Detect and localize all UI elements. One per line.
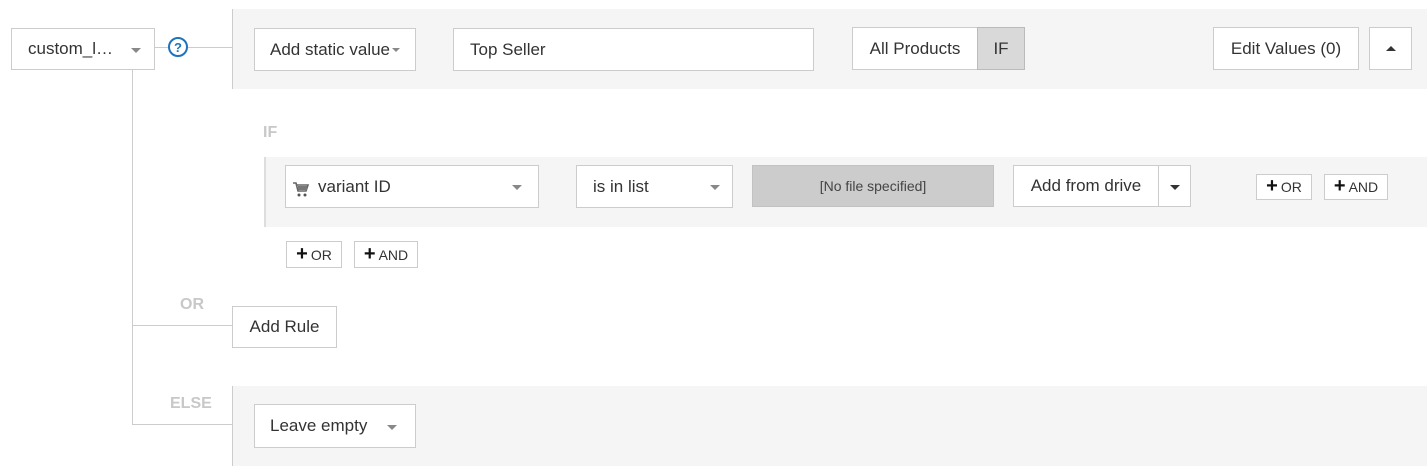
edit-values-button[interactable]: Edit Values (0) (1213, 27, 1359, 70)
file-status-text: [No file specified] (819, 178, 927, 194)
plus-icon: + (296, 242, 308, 265)
group-or-button[interactable]: + OR (286, 241, 342, 268)
help-icon[interactable]: ? (168, 37, 188, 57)
field-select-label: custom_l… (28, 39, 114, 58)
scope-option-all-products-label: All Products (869, 38, 961, 58)
tree-connector-else (132, 424, 232, 425)
scope-option-if-label: IF (993, 38, 1009, 58)
add-rule-label: Add Rule (249, 317, 320, 336)
attribute-select-label: variant ID (318, 176, 391, 196)
add-from-drive-button[interactable]: Add from drive (1013, 165, 1159, 207)
row-and-button[interactable]: + AND (1324, 174, 1388, 200)
if-label: IF (263, 124, 278, 141)
scope-option-all-products[interactable]: All Products (852, 27, 978, 70)
plus-icon: + (363, 242, 376, 265)
edit-values-label: Edit Values (0) (1230, 38, 1342, 58)
chevron-down-icon (387, 425, 397, 430)
row-or-label: OR (1280, 179, 1302, 195)
operator-select-label: is in list (593, 176, 649, 196)
chevron-down-icon (710, 185, 720, 190)
field-select[interactable]: custom_l… (11, 28, 155, 70)
plus-icon: + (1333, 175, 1346, 197)
group-and-label: AND (378, 246, 409, 263)
file-field[interactable]: [No file specified] (752, 165, 994, 207)
collapse-button[interactable] (1369, 27, 1412, 70)
attribute-select[interactable]: variant ID (285, 165, 539, 208)
or-label: OR (180, 296, 204, 313)
chevron-down-icon (512, 185, 522, 190)
cart-icon (292, 180, 310, 198)
operator-select[interactable]: is in list (576, 165, 733, 208)
else-label: ELSE (170, 395, 212, 412)
add-rule-button[interactable]: Add Rule (232, 306, 337, 348)
chevron-down-icon (1170, 185, 1180, 190)
chevron-down-icon (131, 48, 141, 53)
else-select-label: Leave empty (270, 416, 368, 435)
tree-connector-vertical (132, 68, 133, 425)
plus-icon: + (1266, 175, 1278, 197)
add-from-drive-label: Add from drive (1030, 176, 1142, 195)
value-type-select-label: Add static value (270, 39, 391, 59)
row-or-button[interactable]: + OR (1256, 174, 1312, 200)
group-and-button[interactable]: + AND (354, 241, 418, 268)
add-from-drive-dropdown[interactable] (1158, 165, 1191, 207)
tree-connector-or (132, 325, 232, 326)
group-or-label: OR (310, 246, 332, 263)
value-type-select[interactable]: Add static value (254, 28, 416, 71)
else-select[interactable]: Leave empty (254, 404, 416, 448)
scope-option-if[interactable]: IF (977, 27, 1025, 70)
chevron-down-icon (392, 48, 400, 52)
connector-field-help (154, 47, 168, 48)
static-value-input-text: Top Seller (470, 39, 546, 59)
connector-help-band (188, 47, 232, 48)
static-value-input[interactable]: Top Seller (453, 28, 814, 71)
row-and-label: AND (1348, 179, 1379, 195)
chevron-up-icon (1386, 46, 1396, 51)
